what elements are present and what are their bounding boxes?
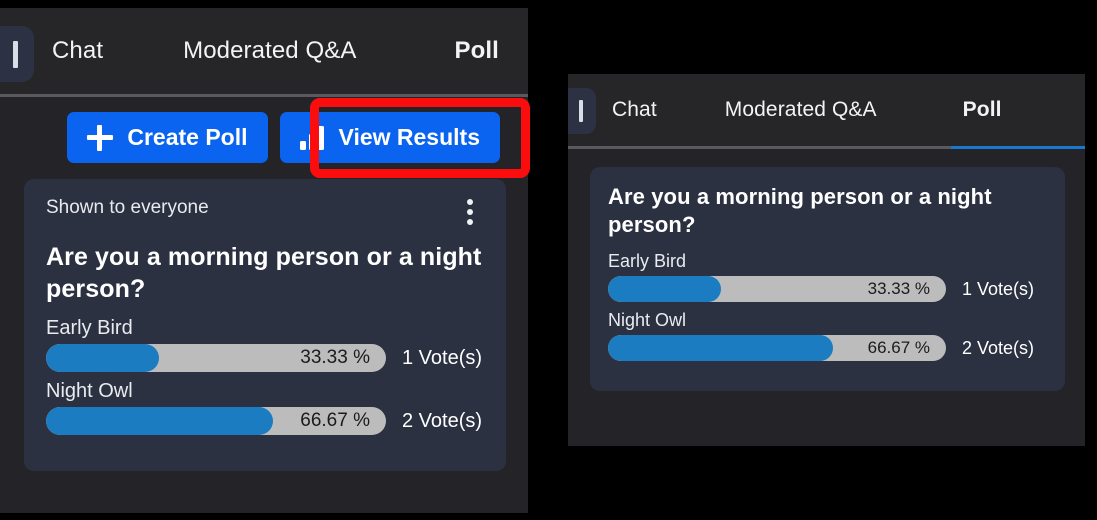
poll-option-votes: 2 Vote(s) (962, 337, 1035, 358)
poll-option: Early Bird 33.33 % 1 Vote(s) (608, 251, 1047, 303)
screenshot-stage: Chat Moderated Q&A Poll Create Poll View… (0, 0, 1097, 520)
poll-option-row: 33.33 % 1 Vote(s) (608, 276, 1047, 303)
sidebar-collapse-toggle[interactable] (0, 26, 34, 82)
vertical-bar-icon (579, 100, 583, 122)
create-poll-label: Create Poll (127, 124, 248, 150)
poll-question: Are you a morning person or a night pers… (46, 243, 482, 303)
tab-divider (568, 146, 1085, 149)
poll-option-percent: 33.33 % (300, 347, 370, 368)
poll-option: Night Owl 66.67 % 2 Vote(s) (608, 310, 1047, 362)
tab-moderated-qa[interactable]: Moderated Q&A (725, 98, 877, 122)
tab-chat[interactable]: Chat (612, 98, 657, 122)
poll-option-bar-fill (608, 276, 721, 303)
poll-question: Are you a morning person or a night pers… (608, 184, 992, 238)
poll-option-percent: 33.33 % (867, 279, 930, 299)
vertical-bar-icon (13, 41, 18, 68)
poll-option-votes: 2 Vote(s) (402, 409, 483, 432)
poll-actions-row: Create Poll View Results (0, 97, 528, 163)
poll-visibility-label: Shown to everyone (46, 197, 209, 218)
bar-chart-icon (299, 125, 325, 150)
tab-strip: Chat Moderated Q&A Poll (568, 74, 1085, 146)
tab-list: Chat Moderated Q&A Poll (40, 8, 528, 94)
poll-option-label: Night Owl (46, 380, 133, 402)
poll-option-votes: 1 Vote(s) (402, 346, 483, 369)
tab-moderated-qa[interactable]: Moderated Q&A (183, 37, 356, 65)
poll-option-bar: 33.33 % (46, 344, 386, 372)
poll-option-label: Early Bird (608, 251, 687, 272)
tab-poll[interactable]: Poll (455, 37, 499, 65)
poll-option: Night Owl 66.67 % 2 Vote(s) (46, 380, 484, 435)
poll-option-bar: 66.67 % (46, 407, 386, 435)
poll-option-bar: 66.67 % (608, 335, 946, 362)
poll-option-row: 33.33 % 1 Vote(s) (46, 344, 484, 372)
poll-result-card: Are you a morning person or a night pers… (590, 167, 1065, 392)
poll-option-percent: 66.67 % (867, 338, 930, 358)
poll-option-bar-fill (46, 407, 273, 435)
poll-option-bar-fill (608, 335, 834, 362)
poll-card-header: Shown to everyone (46, 197, 484, 227)
poll-option: Early Bird 33.33 % 1 Vote(s) (46, 317, 484, 372)
view-results-label: View Results (338, 124, 480, 150)
poll-panel-content: Create Poll View Results Shown to everyo… (0, 97, 528, 513)
poll-panel-content: Are you a morning person or a night pers… (568, 167, 1085, 446)
view-results-button[interactable]: View Results (279, 112, 500, 163)
kebab-menu-icon[interactable] (456, 197, 484, 227)
sidebar-collapse-toggle[interactable] (568, 88, 596, 134)
poll-options: Early Bird 33.33 % 1 Vote(s) Night Owl 6… (608, 251, 1047, 362)
poll-option-label: Early Bird (46, 317, 133, 339)
active-tab-indicator (951, 146, 1085, 149)
poll-option-bar: 33.33 % (608, 276, 946, 303)
meeting-side-panel: Chat Moderated Q&A Poll Are you a mornin… (568, 74, 1085, 446)
tab-chat[interactable]: Chat (52, 37, 103, 65)
tab-list: Chat Moderated Q&A Poll (602, 74, 1085, 146)
poll-option-row: 66.67 % 2 Vote(s) (46, 407, 484, 435)
meeting-side-panel-zoomed: Chat Moderated Q&A Poll Create Poll View… (0, 8, 528, 513)
tab-poll[interactable]: Poll (963, 98, 1002, 122)
poll-option-bar-fill (46, 344, 160, 372)
poll-result-card: Shown to everyone Are you a morning pers… (24, 179, 506, 471)
tab-strip: Chat Moderated Q&A Poll (0, 8, 528, 94)
poll-option-percent: 66.67 % (300, 410, 370, 431)
create-poll-button[interactable]: Create Poll (67, 112, 268, 163)
poll-options: Early Bird 33.33 % 1 Vote(s) Night Owl 6… (46, 317, 484, 435)
poll-option-votes: 1 Vote(s) (962, 278, 1035, 299)
context-panel: Chat Moderated Q&A Poll Are you a mornin… (556, 62, 1097, 458)
poll-option-row: 66.67 % 2 Vote(s) (608, 335, 1047, 362)
zoomed-panel: Chat Moderated Q&A Poll Create Poll View… (0, 0, 539, 520)
plus-icon (87, 124, 114, 151)
poll-option-label: Night Owl (608, 310, 687, 331)
